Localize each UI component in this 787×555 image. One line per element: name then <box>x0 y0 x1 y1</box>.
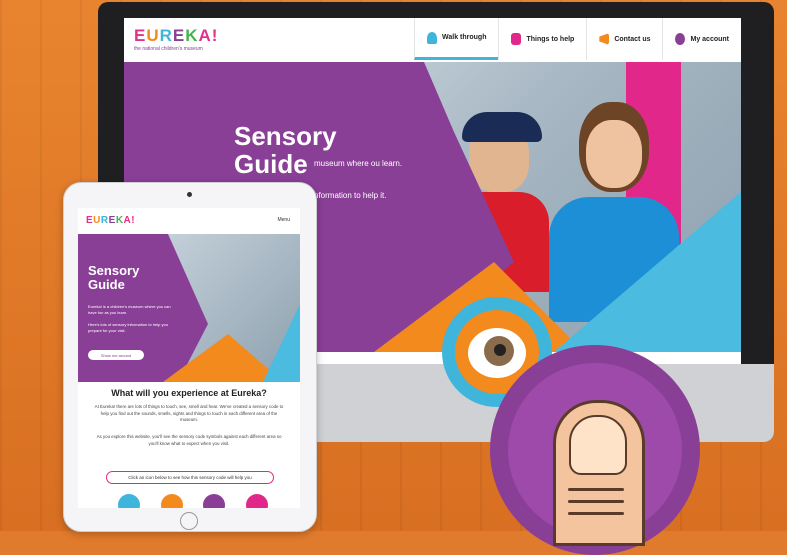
sensory-icon-orange[interactable] <box>160 494 183 508</box>
megaphone-icon <box>599 33 610 45</box>
hero-text-1: museum where ou learn. <box>314 159 403 168</box>
desktop-logo[interactable]: EUREKA! <box>134 26 218 46</box>
tablet-hero: Sensory Guide Eureka! is a children's mu… <box>78 234 300 382</box>
tablet-home-button <box>180 512 198 530</box>
tablet-header: EUREKA! Menu <box>78 208 300 235</box>
sensory-icon-pink[interactable] <box>245 494 268 508</box>
sensory-icon-purple[interactable] <box>203 494 226 508</box>
tablet-camera <box>187 192 192 197</box>
account-icon <box>675 33 686 45</box>
tablet-screen: EUREKA! Menu Sensory Guide Eureka! is a … <box>78 208 300 508</box>
hand-icon <box>511 33 522 45</box>
section-body-2: As you explore this website, you'll see … <box>96 434 282 446</box>
fingernail-icon <box>569 415 627 475</box>
nav-label: Contact us <box>614 35 651 43</box>
logo-tagline: the national children's museum <box>134 46 203 52</box>
finger-line-icon <box>568 512 624 515</box>
desktop-nav: Walk through Things to help Contact us M… <box>414 18 741 62</box>
eye-icon-pupil <box>494 344 506 356</box>
tablet-logo[interactable]: EUREKA! <box>86 215 135 226</box>
sensory-icons <box>118 494 268 508</box>
hero-text-2: nformation to help it. <box>314 191 387 200</box>
nav-label: My account <box>690 35 729 43</box>
nav-label: Things to help <box>526 35 575 43</box>
show-me-around-button[interactable]: Show me around <box>88 350 144 360</box>
nav-contact-us[interactable]: Contact us <box>586 18 662 60</box>
tablet-hero-text-1: Eureka! is a children's museum where you… <box>88 304 171 315</box>
finger-line-icon <box>568 500 624 503</box>
nav-things-to-help[interactable]: Things to help <box>498 18 586 60</box>
nav-my-account[interactable]: My account <box>662 18 741 60</box>
sensory-code-prompt[interactable]: Click an icon below to see how this sens… <box>106 471 274 484</box>
sensory-icon-blue[interactable] <box>118 494 140 508</box>
menu-button[interactable]: Menu <box>277 217 290 223</box>
hero-title: Sensory Guide <box>234 121 337 179</box>
nav-label: Walk through <box>442 34 487 41</box>
section-body-1: At Eureka! there are lots of things to t… <box>94 404 284 422</box>
tablet-hero-text-2: Here's lots of sensory information to he… <box>88 322 168 333</box>
nav-walk-through[interactable]: Walk through <box>414 18 499 60</box>
section-title: What will you experience at Eureka? <box>111 388 267 398</box>
finger-line-icon <box>568 488 624 491</box>
tablet-hero-title: Sensory Guide <box>88 263 140 292</box>
walk-icon <box>427 31 438 44</box>
desktop-header: EUREKA! the national children's museum W… <box>124 18 741 63</box>
